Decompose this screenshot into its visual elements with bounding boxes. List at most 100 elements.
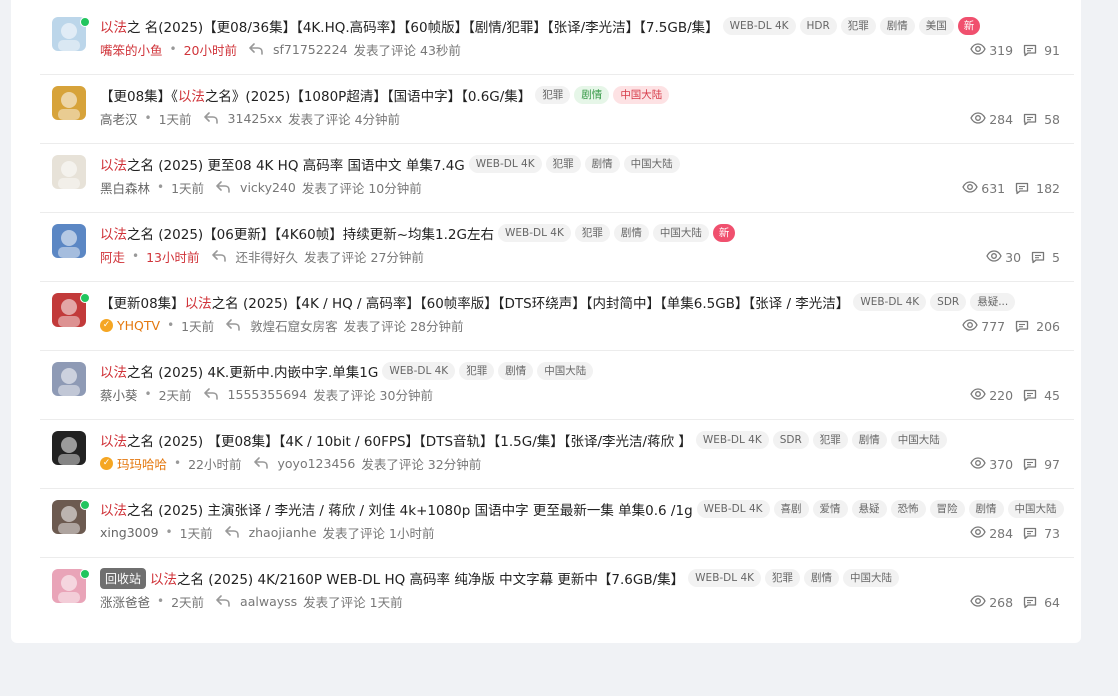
last-replier-link[interactable]: yoyo123456 (278, 456, 356, 471)
thread-title[interactable]: 以法 之名 (2025) 【更08集】【4K / 10bit / 60FPS】【… (100, 429, 1074, 451)
title-text[interactable]: 之名》(2025)【1080P超清】【国语中字】【0.6G/集】 (205, 85, 531, 105)
category-tag[interactable]: 中国大陆 (613, 86, 670, 104)
category-tag[interactable]: 犯罪 (545, 155, 581, 173)
category-tag[interactable]: WEB-DL 4K (722, 17, 796, 35)
category-tag[interactable]: 犯罪 (840, 17, 876, 35)
category-tag[interactable]: SDR (772, 431, 809, 449)
category-tag[interactable]: SDR (930, 293, 967, 311)
last-replier-link[interactable]: zhaojianhe (249, 525, 317, 540)
thread-title[interactable]: 以法 之名 (2025) 更至08 4K HQ 高码率 国语中文 单集7.4G W… (100, 153, 1074, 175)
category-tag[interactable]: 犯罪 (812, 431, 848, 449)
thread-row[interactable]: 以法之 名(2025)【更08/36集】【4K.HQ.高码率】【60帧版】【剧情… (40, 6, 1074, 75)
last-replier-link[interactable]: vicky240 (240, 180, 296, 195)
title-text[interactable]: 之名 (2025) 更至08 4K HQ 高码率 国语中文 单集7.4G (127, 154, 465, 174)
title-keyword-highlight[interactable]: 以法 (185, 292, 212, 312)
title-text[interactable]: 之名 (2025) 【更08集】【4K / 10bit / 60FPS】【DTS… (127, 430, 692, 450)
title-keyword-highlight[interactable]: 以法 (100, 16, 127, 36)
category-tag[interactable]: 悬疑... (970, 293, 1016, 311)
thread-row[interactable]: 以法 之名 (2025) 主演张译 / 李光洁 / 蒋欣 / 刘佳 4k+108… (40, 489, 1074, 558)
thread-row[interactable]: 以法 之名 (2025) 更至08 4K HQ 高码率 国语中文 单集7.4G W… (40, 144, 1074, 213)
category-tag[interactable]: WEB-DL 4K (382, 362, 456, 380)
author-link[interactable]: 涨涨爸爸 (100, 592, 150, 611)
category-tag[interactable]: WEB-DL 4K (853, 293, 927, 311)
thread-title[interactable]: 【更新08集】 以法 之名 (2025)【4K / HQ / 高码率】【60帧率版… (100, 291, 1074, 313)
category-tag[interactable]: 中国大陆 (623, 155, 680, 173)
author-link[interactable]: 黑白森林 (100, 178, 150, 197)
title-keyword-highlight[interactable]: 以法 (100, 499, 127, 519)
category-tag[interactable]: 爱情 (812, 500, 848, 518)
title-keyword-highlight[interactable]: 以法 (178, 85, 205, 105)
category-tag[interactable]: HDR (799, 17, 837, 35)
category-tag[interactable]: 剧情 (851, 431, 887, 449)
thread-title[interactable]: 以法 之名 (2025) 主演张译 / 李光洁 / 蒋欣 / 刘佳 4k+108… (100, 498, 1074, 520)
author-link[interactable]: xing3009 (100, 525, 159, 540)
thread-row[interactable]: 【更新08集】 以法 之名 (2025)【4K / HQ / 高码率】【60帧率版… (40, 282, 1074, 351)
category-tag[interactable]: WEB-DL 4K (497, 224, 571, 242)
author-link[interactable]: 玛玛哈哈 (117, 454, 167, 473)
title-text[interactable]: 【更新08集】 (100, 292, 185, 312)
last-replier-link[interactable]: 还非得好久 (236, 247, 299, 266)
category-tag[interactable]: 冒险 (929, 500, 965, 518)
thread-title[interactable]: 以法之 名(2025)【更08/36集】【4K.HQ.高码率】【60帧版】【剧情… (100, 15, 1074, 37)
last-replier-link[interactable]: 敦煌石窟女房客 (250, 316, 338, 335)
last-replier-link[interactable]: 31425xx (228, 111, 283, 126)
title-text[interactable]: 之名 (2025)【06更新】【4K60帧】持续更新~均集1.2G左右 (127, 223, 494, 243)
category-tag[interactable]: 剧情 (498, 362, 534, 380)
category-tag[interactable]: 恐怖 (890, 500, 926, 518)
title-text[interactable]: 之名 (2025) 主演张译 / 李光洁 / 蒋欣 / 刘佳 4k+1080p … (127, 499, 693, 519)
category-tag[interactable]: WEB-DL 4K (695, 431, 769, 449)
category-tag[interactable]: 悬疑 (851, 500, 887, 518)
category-tag[interactable]: 喜剧 (773, 500, 809, 518)
thread-row[interactable]: 以法 之名 (2025)【06更新】【4K60帧】持续更新~均集1.2G左右 WE… (40, 213, 1074, 282)
category-tag[interactable]: 剧情 (584, 155, 620, 173)
thread-row[interactable]: 以法 之名 (2025) 【更08集】【4K / 10bit / 60FPS】【… (40, 420, 1074, 489)
title-text[interactable]: 之名 (2025) 4K/2160P WEB-DL HQ 高码率 纯净版 中文字… (177, 568, 684, 588)
avatar[interactable] (52, 431, 86, 465)
title-text[interactable]: 之名 (2025) 4K.更新中.内嵌中字.单集1G (127, 361, 378, 381)
category-tag[interactable]: WEB-DL 4K (468, 155, 542, 173)
category-tag[interactable]: 犯罪 (574, 224, 610, 242)
category-tag[interactable]: 中国大陆 (890, 431, 947, 449)
thread-row[interactable]: 回收站 以法 之名 (2025) 4K/2160P WEB-DL HQ 高码率 纯净… (40, 558, 1074, 627)
category-tag[interactable]: 中国大陆 (652, 224, 709, 242)
thread-title[interactable]: 【更08集】《 以法 之名》(2025)【1080P超清】【国语中字】【0.6G/… (100, 84, 1074, 106)
category-tag[interactable]: 剧情 (804, 569, 840, 587)
thread-title[interactable]: 以法 之名 (2025) 4K.更新中.内嵌中字.单集1G WEB-DL 4K 犯罪… (100, 360, 1074, 382)
category-tag[interactable]: WEB-DL 4K (696, 500, 770, 518)
title-text[interactable]: 之 名(2025)【更08/36集】【4K.HQ.高码率】【60帧版】【剧情/犯… (127, 16, 719, 36)
author-link[interactable]: 阿走 (100, 247, 125, 266)
category-tag[interactable]: 剧情 (968, 500, 1004, 518)
category-tag[interactable]: 剧情 (879, 17, 915, 35)
author-link[interactable]: 嘴笨的小鱼 (100, 40, 163, 59)
thread-row[interactable]: 【更08集】《 以法 之名》(2025)【1080P超清】【国语中字】【0.6G/… (40, 75, 1074, 144)
category-tag[interactable]: 中国大陆 (1007, 500, 1064, 518)
category-tag[interactable]: 剧情 (613, 224, 649, 242)
category-tag[interactable]: 剧情 (574, 86, 610, 104)
title-keyword-highlight[interactable]: 以法 (100, 361, 127, 381)
title-keyword-highlight[interactable]: 以法 (100, 430, 127, 450)
thread-title[interactable]: 以法 之名 (2025)【06更新】【4K60帧】持续更新~均集1.2G左右 WE… (100, 222, 1074, 244)
title-text[interactable]: 之名 (2025)【4K / HQ / 高码率】【60帧率版】【DTS环绕声】【… (212, 292, 850, 312)
avatar[interactable] (52, 155, 86, 189)
category-tag[interactable]: 中国大陆 (843, 569, 900, 587)
category-tag[interactable]: 犯罪 (765, 569, 801, 587)
author-link[interactable]: 高老汉 (100, 109, 138, 128)
category-tag[interactable]: 犯罪 (535, 86, 571, 104)
title-keyword-highlight[interactable]: 以法 (150, 568, 177, 588)
avatar[interactable] (52, 86, 86, 120)
last-replier-link[interactable]: aalwayss (240, 594, 297, 609)
category-tag[interactable]: 美国 (918, 17, 954, 35)
category-tag[interactable]: WEB-DL 4K (688, 569, 762, 587)
author-link[interactable]: 蔡小葵 (100, 385, 138, 404)
title-keyword-highlight[interactable]: 以法 (100, 223, 127, 243)
category-tag[interactable]: 中国大陆 (537, 362, 594, 380)
title-keyword-highlight[interactable]: 以法 (100, 154, 127, 174)
title-text[interactable]: 【更08集】《 (100, 85, 178, 105)
last-replier-link[interactable]: 1555355694 (228, 387, 308, 402)
avatar[interactable] (52, 362, 86, 396)
avatar[interactable] (52, 224, 86, 258)
author-link[interactable]: YHQTV (117, 318, 160, 333)
category-tag[interactable]: 犯罪 (459, 362, 495, 380)
thread-title[interactable]: 回收站 以法 之名 (2025) 4K/2160P WEB-DL HQ 高码率 纯净… (100, 567, 1074, 589)
last-replier-link[interactable]: sf71752224 (273, 42, 348, 57)
